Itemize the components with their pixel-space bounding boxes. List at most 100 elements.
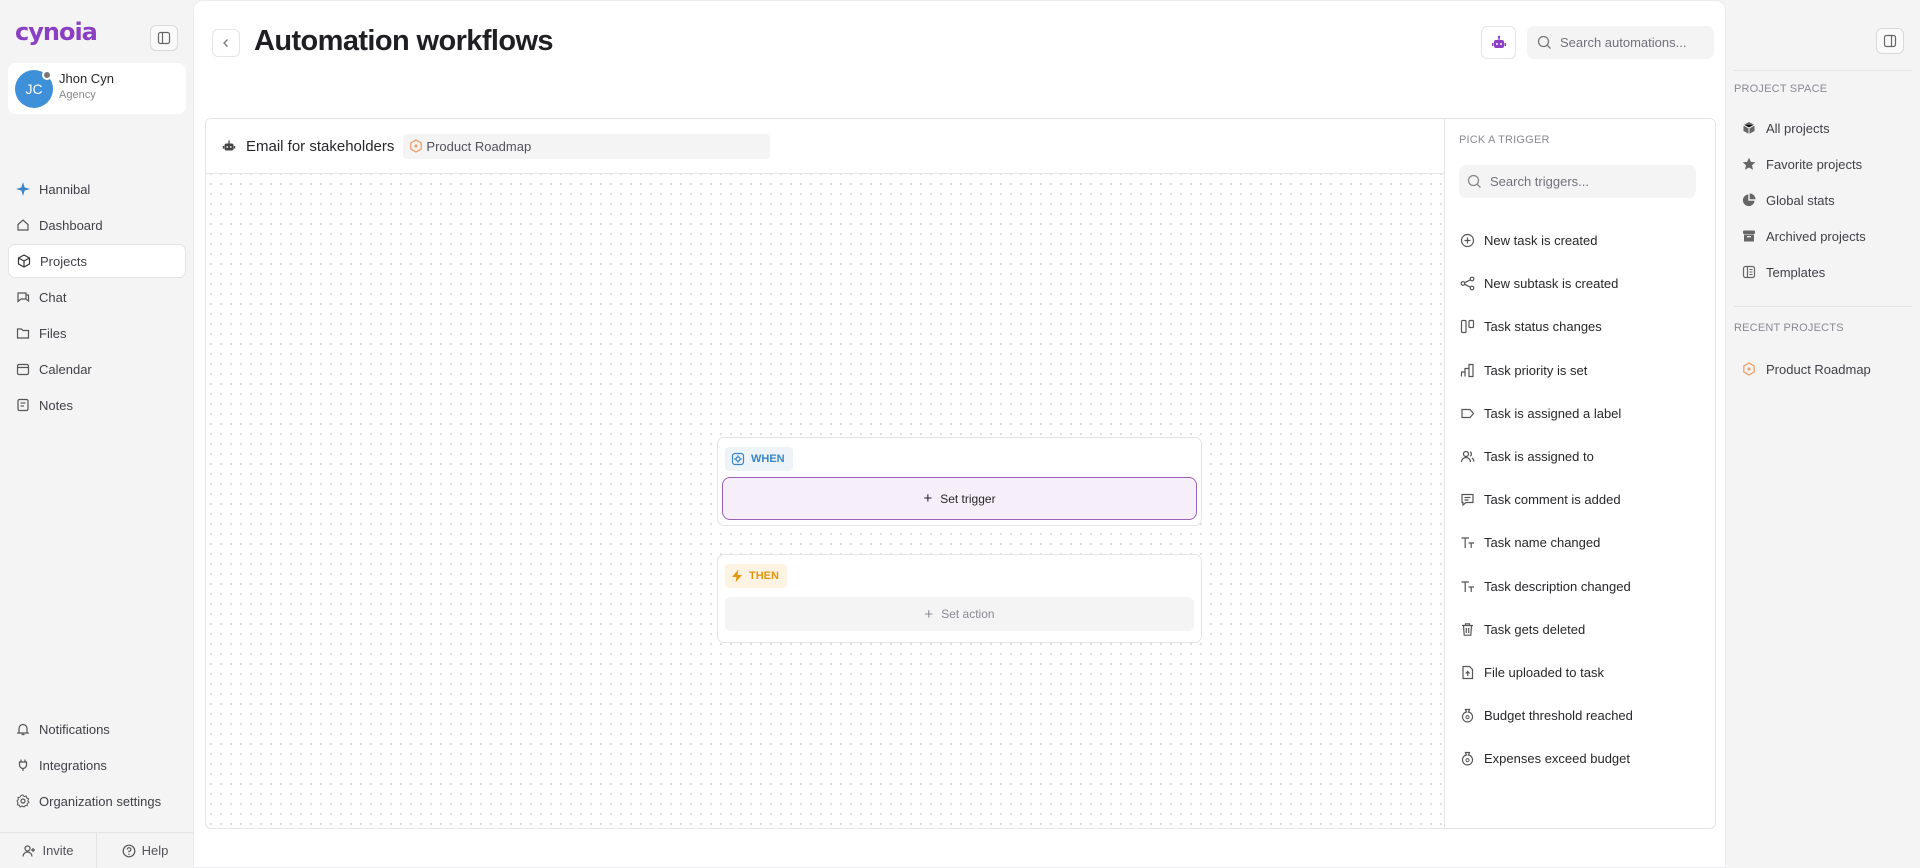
recent-project-label: Product Roadmap: [1766, 361, 1871, 377]
sidebar-item-organization-settings[interactable]: Organization settings: [8, 784, 186, 818]
when-tag: WHEN: [725, 447, 793, 471]
trigger-search-input[interactable]: [1490, 174, 1630, 189]
recent-projects-heading: RECENT PROJECTS: [1734, 322, 1844, 334]
sidebar-item-label: Notifications: [39, 721, 110, 737]
sidebar-item-label: Hannibal: [39, 181, 91, 197]
workflow-header: Email for stakeholders Product Roadmap: [206, 119, 1444, 174]
sidebar-footer: Invite Help: [0, 832, 193, 868]
invite-button[interactable]: Invite: [0, 833, 97, 868]
trigger-option[interactable]: Task comment is added: [1459, 478, 1703, 521]
trigger-option-label: File uploaded to task: [1484, 664, 1604, 680]
archive-icon: [1742, 229, 1756, 243]
trigger-option-label: Budget threshold reached: [1484, 708, 1633, 724]
trigger-option-label: Task description changed: [1484, 578, 1631, 594]
money-bag-icon: [1459, 751, 1475, 767]
project-space-item-favorite-projects[interactable]: Favorite projects: [1742, 146, 1912, 182]
sidebar-item-files[interactable]: Files: [8, 316, 186, 350]
trigger-option[interactable]: Task is assigned a label: [1459, 392, 1703, 435]
robot-icon: [1491, 35, 1506, 48]
trigger-option[interactable]: Task gets deleted: [1459, 608, 1703, 651]
set-trigger-button[interactable]: + Set trigger: [722, 477, 1197, 520]
trigger-option[interactable]: Expenses exceed budget: [1459, 737, 1703, 780]
project-name: Product Roadmap: [426, 138, 532, 154]
workflow-name[interactable]: Email for stakeholders: [246, 138, 394, 155]
back-button[interactable]: [212, 29, 240, 57]
trigger-list: New task is created New subtask is creat…: [1459, 219, 1703, 780]
trash-icon: [1459, 621, 1475, 637]
project-space-item-archived-projects[interactable]: Archived projects: [1742, 218, 1912, 254]
project-space-list: All projects Favorite projects Global st…: [1742, 110, 1912, 290]
app-logo[interactable]: cynoia: [15, 18, 98, 46]
project-space-item-all-projects[interactable]: All projects: [1742, 110, 1912, 146]
trigger-option[interactable]: Task name changed: [1459, 521, 1703, 564]
collapse-sidebar-button[interactable]: [150, 25, 178, 51]
trigger-option[interactable]: New subtask is created: [1459, 262, 1703, 305]
project-space-label: Global stats: [1766, 192, 1835, 208]
recent-projects-list: Product Roadmap: [1742, 351, 1912, 387]
search-icon: [1537, 35, 1551, 49]
project-space-item-templates[interactable]: Templates: [1742, 254, 1912, 290]
sidebar-item-label: Chat: [39, 289, 67, 305]
columns-icon: [1459, 319, 1475, 335]
sidebar-item-label: Notes: [39, 397, 73, 413]
plus-icon: +: [924, 605, 934, 623]
then-label: THEN: [749, 570, 779, 582]
user-card[interactable]: JC Jhon Cyn Agency: [8, 63, 186, 114]
then-tag: THEN: [725, 564, 787, 588]
file-upload-icon: [1459, 664, 1475, 680]
set-trigger-label: Set trigger: [940, 491, 996, 506]
settings-nav: Notifications Integrations Organization …: [8, 712, 186, 820]
project-selector[interactable]: Product Roadmap: [403, 133, 771, 159]
trigger-option[interactable]: New task is created: [1459, 219, 1703, 262]
right-sidebar: PROJECT SPACE All projects Favorite proj…: [1726, 0, 1920, 868]
trigger-option-label: Task is assigned a label: [1484, 405, 1622, 421]
pie-chart-icon: [1742, 193, 1756, 207]
project-space-label: All projects: [1766, 120, 1830, 136]
project-space-item-global-stats[interactable]: Global stats: [1742, 182, 1912, 218]
trigger-option[interactable]: File uploaded to task: [1459, 651, 1703, 694]
gear-icon: [16, 794, 30, 808]
left-sidebar: cynoia JC Jhon Cyn Agency Hannibal Dashb…: [0, 0, 193, 868]
user-role: Agency: [59, 89, 96, 101]
set-action-button[interactable]: + Set action: [725, 597, 1194, 631]
sidebar-item-calendar[interactable]: Calendar: [8, 352, 186, 386]
trigger-option-label: Task gets deleted: [1484, 621, 1586, 637]
project-space-label: Archived projects: [1766, 228, 1866, 244]
trigger-option[interactable]: Task status changes: [1459, 305, 1703, 348]
automation-search[interactable]: [1527, 26, 1714, 59]
sidebar-item-label: Integrations: [39, 757, 107, 773]
star-icon: [1742, 157, 1756, 171]
page-title: Automation workflows: [254, 25, 554, 57]
sidebar-item-dashboard[interactable]: Dashboard: [8, 208, 186, 242]
help-button[interactable]: Help: [97, 833, 193, 868]
project-hex-icon: [1742, 362, 1756, 376]
trigger-option[interactable]: Task description changed: [1459, 565, 1703, 608]
trigger-option[interactable]: Budget threshold reached: [1459, 694, 1703, 737]
collapse-right-panel-button[interactable]: [1876, 28, 1904, 54]
sidebar-item-notifications[interactable]: Notifications: [8, 712, 186, 746]
sidebar-item-notes[interactable]: Notes: [8, 388, 186, 422]
trigger-option-label: Task name changed: [1484, 535, 1601, 551]
sidebar-item-chat[interactable]: Chat: [8, 280, 186, 314]
calendar-icon: [16, 362, 30, 376]
sidebar-item-integrations[interactable]: Integrations: [8, 748, 186, 782]
sidebar-item-projects[interactable]: Projects: [8, 244, 186, 278]
sidebar-item-hannibal[interactable]: Hannibal: [8, 172, 186, 206]
trigger-option[interactable]: Task priority is set: [1459, 349, 1703, 392]
trigger-option[interactable]: Task is assigned to: [1459, 435, 1703, 478]
text-icon: [1459, 578, 1475, 594]
ai-assistant-button[interactable]: [1481, 26, 1516, 59]
files-icon: [16, 326, 30, 340]
workflow-canvas[interactable]: Email for stakeholders Product Roadmap W…: [206, 119, 1444, 828]
trigger-search[interactable]: [1459, 165, 1696, 198]
trigger-picker-panel: PICK A TRIGGER New task is created New s…: [1444, 119, 1715, 828]
chevron-left-icon: [223, 39, 228, 47]
trigger-option-label: New subtask is created: [1484, 276, 1619, 292]
search-input[interactable]: [1560, 35, 1700, 50]
recent-project-item[interactable]: Product Roadmap: [1742, 351, 1912, 387]
workflow-editor: Email for stakeholders Product Roadmap W…: [205, 118, 1716, 829]
subtask-icon: [1459, 276, 1475, 292]
help-icon: [122, 844, 136, 858]
sidebar-item-label: Organization settings: [39, 793, 162, 809]
trigger-panel-heading: PICK A TRIGGER: [1459, 134, 1550, 146]
